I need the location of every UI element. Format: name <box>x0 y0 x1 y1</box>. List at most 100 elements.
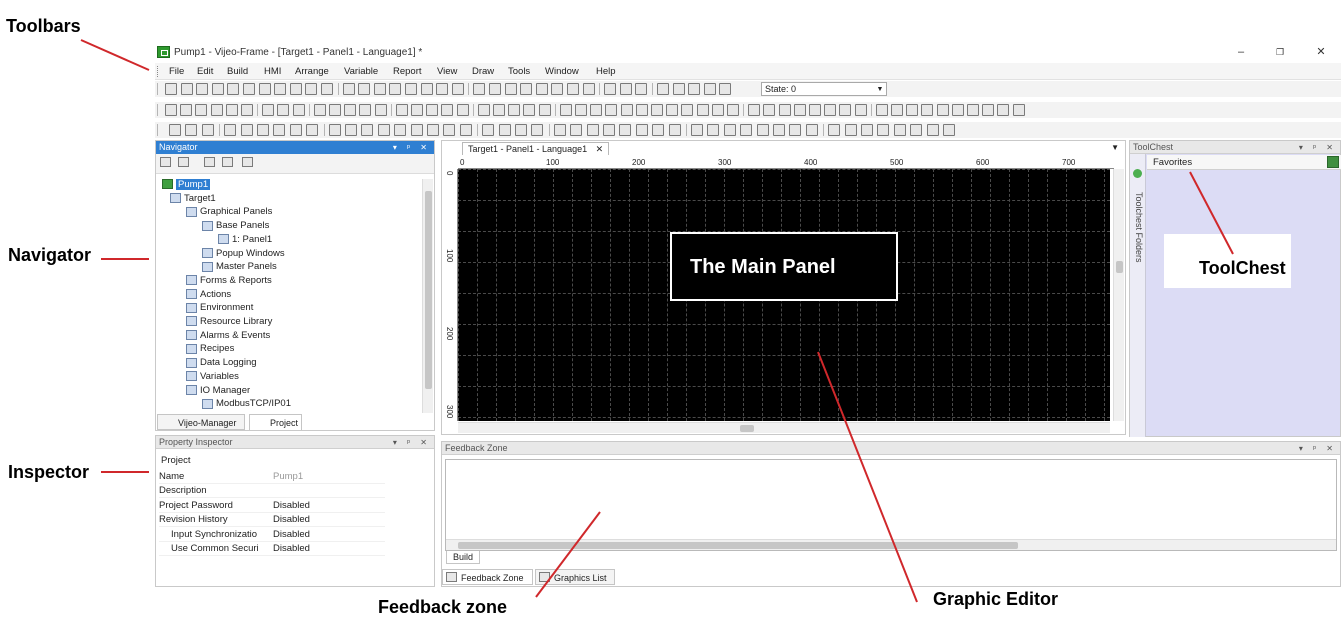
toolbar-button-icon[interactable] <box>982 104 995 116</box>
toolbar-button-icon[interactable] <box>377 124 390 136</box>
restore-button[interactable]: ❐ <box>1269 44 1291 60</box>
toolbar-button-icon[interactable] <box>688 83 701 95</box>
toolbar-button-icon[interactable] <box>570 124 583 136</box>
toolbar-button-icon[interactable] <box>427 124 439 136</box>
toolbar-button-icon[interactable] <box>681 104 694 116</box>
toolbar-button-icon[interactable] <box>586 124 599 136</box>
toolbar-button-icon[interactable] <box>493 104 505 116</box>
toolbar-button-icon[interactable] <box>652 124 665 136</box>
tree-item[interactable]: Graphical Panels <box>186 206 272 217</box>
tree-item[interactable]: Pump1 <box>162 179 211 190</box>
feedback-hscrollbar[interactable] <box>446 539 1336 550</box>
toolbar-button-icon[interactable] <box>411 104 423 116</box>
toolbar-button-icon[interactable] <box>169 124 181 136</box>
menu-help[interactable]: Help <box>596 66 616 77</box>
tree-item[interactable]: Master Panels <box>202 261 277 272</box>
toolbar-button-icon[interactable] <box>967 104 979 116</box>
toolbar-button-icon[interactable] <box>515 124 527 136</box>
toolbar-button-icon[interactable] <box>727 104 739 116</box>
toolbar-button-icon[interactable] <box>828 124 841 136</box>
property-row[interactable]: Revision History Disabled <box>159 513 385 528</box>
toolbar-button-icon[interactable] <box>619 124 632 136</box>
toolbar-button-icon[interactable] <box>604 83 617 95</box>
toolbar-button-icon[interactable] <box>839 104 852 116</box>
toolbar-button-icon[interactable] <box>773 124 785 136</box>
tab-graphics-list[interactable]: Graphics List <box>535 569 615 585</box>
toolbar-button-icon[interactable] <box>289 83 302 95</box>
new-icon[interactable] <box>160 157 171 167</box>
editor-hscroll-thumb[interactable] <box>740 425 754 432</box>
feedback-inner-tab[interactable]: Build <box>446 551 481 564</box>
toolbar-button-icon[interactable] <box>567 83 579 95</box>
tree-item[interactable]: Actions <box>186 289 231 300</box>
toolbar-button-icon[interactable] <box>345 124 357 136</box>
property-row[interactable]: Input Synchronizatio Disabled <box>159 528 385 542</box>
toolbar-button-icon[interactable] <box>359 104 372 116</box>
toolbar-button-icon[interactable] <box>374 104 387 116</box>
toolbar-button-icon[interactable] <box>195 104 208 116</box>
toolbar-button-icon[interactable] <box>875 104 888 116</box>
toolbar-button-icon[interactable] <box>854 104 867 116</box>
tree-item[interactable]: Popup Windows <box>202 248 285 259</box>
toolbar-button-icon[interactable] <box>489 83 501 95</box>
navigator-vscrollbar[interactable] <box>422 179 433 413</box>
toolbar-button-icon[interactable] <box>473 83 486 95</box>
toolbar-button-icon[interactable] <box>711 104 724 116</box>
navigator-vscroll-thumb[interactable] <box>425 191 432 389</box>
toolbar-button-icon[interactable] <box>559 104 572 116</box>
toolbar-button-icon[interactable] <box>748 104 761 116</box>
toolbar-button-icon[interactable] <box>619 83 632 95</box>
toolbar-button-icon[interactable] <box>224 124 237 136</box>
tree-item[interactable]: Target1 <box>170 193 216 204</box>
toolbar-button-icon[interactable] <box>635 83 648 95</box>
toolbar-button-icon[interactable] <box>211 83 224 95</box>
menu-window[interactable]: Window <box>545 66 579 77</box>
panel-canvas[interactable]: The Main Panel <box>458 169 1110 421</box>
tab-overflow-icon[interactable]: ▼ <box>1111 143 1119 152</box>
toolbar-button-icon[interactable] <box>778 104 791 116</box>
toolbar-button-icon[interactable] <box>793 104 806 116</box>
toolbar-button-icon[interactable] <box>305 83 318 95</box>
toolbar-button-icon[interactable] <box>666 104 679 116</box>
refresh-icon[interactable] <box>242 157 253 167</box>
menu-hmi[interactable]: HMI <box>264 66 281 77</box>
toolbar-button-icon[interactable] <box>456 104 469 116</box>
menu-view[interactable]: View <box>437 66 457 77</box>
menubar-grip[interactable] <box>157 66 160 77</box>
toolchest-folders-tab[interactable]: Toolchest Folders <box>1130 154 1146 437</box>
toolbar-button-icon[interactable] <box>321 83 333 95</box>
toolbar-button-icon[interactable] <box>443 124 456 136</box>
toolbar-button-icon[interactable] <box>805 124 818 136</box>
tree-item[interactable]: Resource Library <box>186 316 272 327</box>
toolbar-button-icon[interactable] <box>292 104 305 116</box>
tab-feedback-zone[interactable]: Feedback Zone <box>442 569 533 585</box>
panel-icon[interactable] <box>204 157 215 167</box>
toolbar-button-icon[interactable] <box>426 104 439 116</box>
toolbar-button-icon[interactable] <box>520 83 533 95</box>
menu-file[interactable]: File <box>169 66 184 77</box>
toolbar-button-icon[interactable] <box>420 83 433 95</box>
toolbar-button-icon[interactable] <box>844 124 857 136</box>
toolbar-button-icon[interactable] <box>508 104 521 116</box>
toolbar-button-icon[interactable] <box>328 124 341 136</box>
toolbar-button-icon[interactable] <box>482 124 495 136</box>
property-row[interactable]: Project Password Disabled <box>159 499 385 513</box>
toolbar-button-icon[interactable] <box>723 124 736 136</box>
toolbar-button-icon[interactable] <box>329 104 341 116</box>
toolbar-button-icon[interactable] <box>551 83 564 95</box>
tree-item[interactable]: Environment <box>186 302 253 313</box>
toolbar-button-icon[interactable] <box>240 124 253 136</box>
toolbar-button-icon[interactable] <box>436 83 449 95</box>
toolbar-button-icon[interactable] <box>703 83 716 95</box>
toolbar-button-icon[interactable] <box>504 83 517 95</box>
toolbar-button-icon[interactable] <box>373 83 386 95</box>
panel-controls-icon[interactable]: ▾ ᵖ ✕ <box>393 436 431 449</box>
toolbar-button-icon[interactable] <box>395 104 408 116</box>
toolbar-button-icon[interactable] <box>582 83 595 95</box>
feedback-hscroll-thumb[interactable] <box>458 542 1018 549</box>
toolbar-button-icon[interactable] <box>258 83 271 95</box>
toolbar-button-icon[interactable] <box>196 83 209 95</box>
toolbar-button-icon[interactable] <box>824 104 837 116</box>
toolbar-button-icon[interactable] <box>943 124 955 136</box>
toolbar-button-icon[interactable] <box>210 104 223 116</box>
